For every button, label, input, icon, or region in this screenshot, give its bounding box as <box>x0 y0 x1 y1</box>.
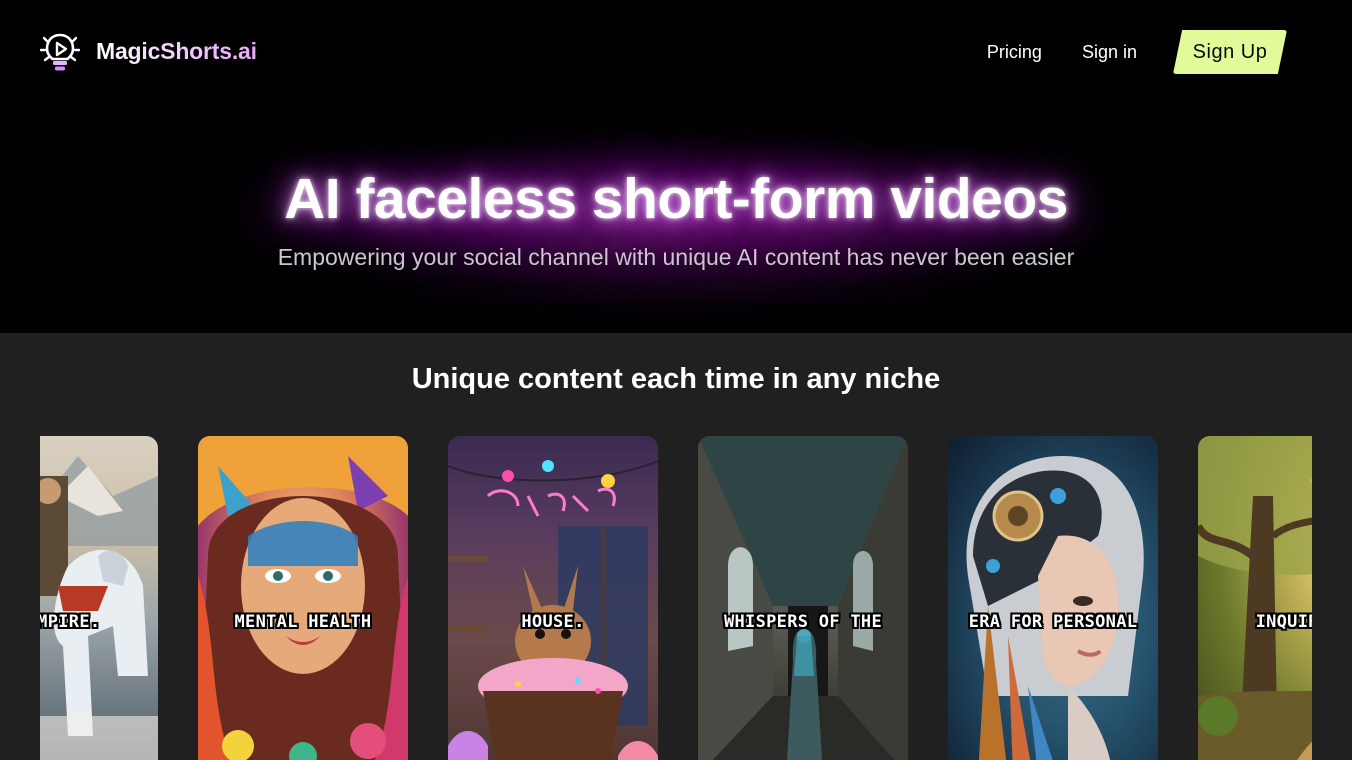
video-card[interactable]: MENTAL HEALTH <box>198 436 408 760</box>
showcase-title: Unique content each time in any niche <box>411 363 941 395</box>
card-caption: HOUSE. <box>521 612 585 632</box>
brand-name: MagicShorts.ai <box>96 37 257 64</box>
robot-woman-head-icon <box>966 456 1144 760</box>
card-caption: WHISPERS OF THE <box>723 612 883 632</box>
nav-pricing-link[interactable]: Pricing <box>987 30 1042 74</box>
card-caption: ERA FOR PERSONAL <box>968 612 1138 632</box>
brand-home-link[interactable]: MagicShorts.ai <box>40 30 257 72</box>
nav-sign-in-link[interactable]: Sign in <box>1082 30 1137 74</box>
sunlit-forest-path-icon <box>1198 436 1312 760</box>
hero-section: AI faceless short-form videos Empowering… <box>0 104 1352 333</box>
video-card[interactable]: L EMPIRE. <box>40 436 158 760</box>
abandoned-hallway-woman-icon <box>698 436 908 760</box>
top-nav: Pricing Sign in Sign Up <box>987 30 1287 74</box>
sign-up-button-label: Sign Up <box>1192 41 1268 63</box>
lightbulb-play-icon <box>40 33 80 71</box>
warrior-on-horse-painting-icon <box>40 456 158 760</box>
video-card[interactable]: HOUSE. <box>448 436 658 760</box>
hero-subtitle: Empowering your social channel with uniq… <box>277 244 1075 270</box>
bunny-on-cupcake-neon-sign-icon <box>448 460 658 760</box>
card-caption: INQUIRIES <box>1255 612 1312 632</box>
showcase-section: Unique content each time in any niche L … <box>0 333 1352 760</box>
card-caption: L EMPIRE. <box>40 612 101 632</box>
video-card[interactable]: WHISPERS OF THE <box>698 436 908 760</box>
card-caption: MENTAL HEALTH <box>234 612 372 632</box>
hero-title: AI faceless short-form videos <box>284 167 1068 231</box>
video-card[interactable]: ERA FOR PERSONAL <box>948 436 1158 760</box>
video-card[interactable]: INQUIRIES <box>1198 436 1312 760</box>
sign-up-button[interactable]: Sign Up <box>1173 30 1287 74</box>
video-carousel[interactable]: L EMPIRE. MENTAL HEA <box>40 436 1312 760</box>
site-header: MagicShorts.ai Pricing Sign in Sign Up <box>0 0 1352 104</box>
colorful-woman-portrait-icon <box>198 436 408 760</box>
